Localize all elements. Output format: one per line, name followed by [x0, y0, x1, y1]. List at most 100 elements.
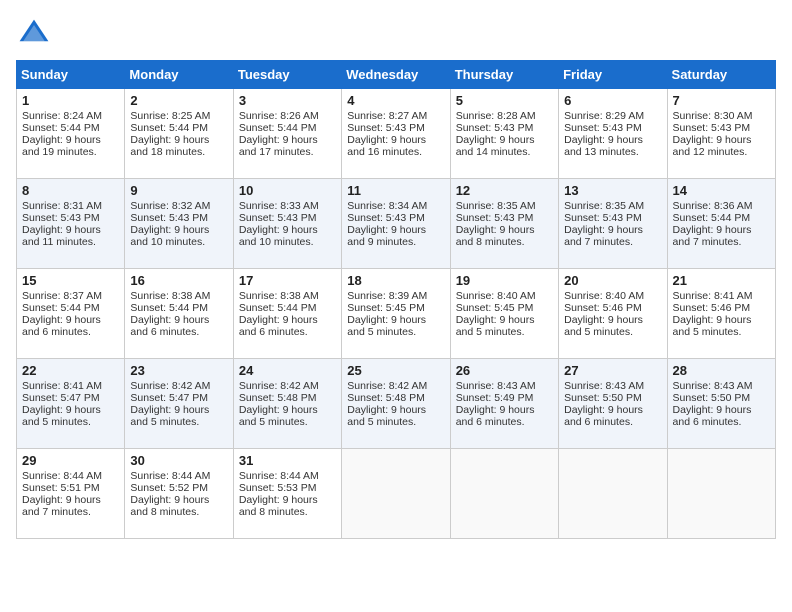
- cell-line: Sunset: 5:44 PM: [673, 212, 770, 224]
- cell-line: Sunrise: 8:34 AM: [347, 200, 444, 212]
- cell-line: and 10 minutes.: [239, 236, 336, 248]
- cell-line: Daylight: 9 hours: [347, 404, 444, 416]
- cell-line: Sunset: 5:43 PM: [347, 212, 444, 224]
- week-row-3: 15Sunrise: 8:37 AMSunset: 5:44 PMDayligh…: [17, 269, 776, 359]
- cell-line: Daylight: 9 hours: [130, 224, 227, 236]
- day-number: 14: [673, 183, 770, 198]
- cell-line: Sunrise: 8:44 AM: [130, 470, 227, 482]
- cell-line: Daylight: 9 hours: [239, 404, 336, 416]
- cell-line: and 6 minutes.: [456, 416, 553, 428]
- cell-line: Daylight: 9 hours: [130, 314, 227, 326]
- cell-line: and 8 minutes.: [456, 236, 553, 248]
- cell-line: and 5 minutes.: [347, 416, 444, 428]
- day-number: 15: [22, 273, 119, 288]
- cell-line: Sunset: 5:47 PM: [130, 392, 227, 404]
- cell-line: Sunrise: 8:28 AM: [456, 110, 553, 122]
- calendar-header-row: SundayMondayTuesdayWednesdayThursdayFrid…: [17, 61, 776, 89]
- week-row-2: 8Sunrise: 8:31 AMSunset: 5:43 PMDaylight…: [17, 179, 776, 269]
- cell-line: Sunset: 5:46 PM: [673, 302, 770, 314]
- calendar-cell: 2Sunrise: 8:25 AMSunset: 5:44 PMDaylight…: [125, 89, 233, 179]
- calendar-cell: 14Sunrise: 8:36 AMSunset: 5:44 PMDayligh…: [667, 179, 775, 269]
- calendar-cell: 6Sunrise: 8:29 AMSunset: 5:43 PMDaylight…: [559, 89, 667, 179]
- cell-line: Sunset: 5:45 PM: [347, 302, 444, 314]
- cell-line: and 14 minutes.: [456, 146, 553, 158]
- calendar-cell: [559, 449, 667, 539]
- logo: [16, 16, 56, 52]
- col-header-tuesday: Tuesday: [233, 61, 341, 89]
- day-number: 17: [239, 273, 336, 288]
- day-number: 22: [22, 363, 119, 378]
- cell-line: Sunrise: 8:44 AM: [22, 470, 119, 482]
- cell-line: Daylight: 9 hours: [673, 224, 770, 236]
- cell-line: and 6 minutes.: [564, 416, 661, 428]
- cell-line: Daylight: 9 hours: [673, 314, 770, 326]
- calendar-cell: 16Sunrise: 8:38 AMSunset: 5:44 PMDayligh…: [125, 269, 233, 359]
- cell-line: Sunset: 5:50 PM: [673, 392, 770, 404]
- cell-line: Sunset: 5:48 PM: [239, 392, 336, 404]
- cell-line: Sunrise: 8:41 AM: [673, 290, 770, 302]
- cell-line: and 11 minutes.: [22, 236, 119, 248]
- day-number: 1: [22, 93, 119, 108]
- cell-line: Daylight: 9 hours: [564, 314, 661, 326]
- cell-line: and 5 minutes.: [239, 416, 336, 428]
- cell-line: Sunset: 5:44 PM: [22, 122, 119, 134]
- cell-line: Sunrise: 8:35 AM: [564, 200, 661, 212]
- calendar-cell: 23Sunrise: 8:42 AMSunset: 5:47 PMDayligh…: [125, 359, 233, 449]
- cell-line: Sunrise: 8:27 AM: [347, 110, 444, 122]
- cell-line: Sunrise: 8:25 AM: [130, 110, 227, 122]
- col-header-friday: Friday: [559, 61, 667, 89]
- week-row-4: 22Sunrise: 8:41 AMSunset: 5:47 PMDayligh…: [17, 359, 776, 449]
- cell-line: Sunset: 5:43 PM: [347, 122, 444, 134]
- day-number: 13: [564, 183, 661, 198]
- cell-line: Daylight: 9 hours: [564, 224, 661, 236]
- col-header-saturday: Saturday: [667, 61, 775, 89]
- cell-line: Sunrise: 8:42 AM: [239, 380, 336, 392]
- day-number: 4: [347, 93, 444, 108]
- cell-line: Daylight: 9 hours: [239, 224, 336, 236]
- cell-line: Sunset: 5:46 PM: [564, 302, 661, 314]
- cell-line: and 13 minutes.: [564, 146, 661, 158]
- cell-line: and 8 minutes.: [239, 506, 336, 518]
- calendar-cell: 20Sunrise: 8:40 AMSunset: 5:46 PMDayligh…: [559, 269, 667, 359]
- cell-line: Sunrise: 8:38 AM: [130, 290, 227, 302]
- cell-line: Daylight: 9 hours: [239, 494, 336, 506]
- cell-line: Sunrise: 8:29 AM: [564, 110, 661, 122]
- cell-line: Daylight: 9 hours: [456, 134, 553, 146]
- cell-line: and 7 minutes.: [673, 236, 770, 248]
- week-row-5: 29Sunrise: 8:44 AMSunset: 5:51 PMDayligh…: [17, 449, 776, 539]
- calendar-cell: 10Sunrise: 8:33 AMSunset: 5:43 PMDayligh…: [233, 179, 341, 269]
- cell-line: Sunrise: 8:44 AM: [239, 470, 336, 482]
- cell-line: Sunrise: 8:43 AM: [564, 380, 661, 392]
- calendar-cell: 3Sunrise: 8:26 AMSunset: 5:44 PMDaylight…: [233, 89, 341, 179]
- calendar-cell: 27Sunrise: 8:43 AMSunset: 5:50 PMDayligh…: [559, 359, 667, 449]
- cell-line: and 16 minutes.: [347, 146, 444, 158]
- day-number: 26: [456, 363, 553, 378]
- calendar-cell: 21Sunrise: 8:41 AMSunset: 5:46 PMDayligh…: [667, 269, 775, 359]
- calendar-cell: [667, 449, 775, 539]
- cell-line: and 6 minutes.: [22, 326, 119, 338]
- cell-line: Sunrise: 8:37 AM: [22, 290, 119, 302]
- cell-line: and 12 minutes.: [673, 146, 770, 158]
- calendar-cell: 25Sunrise: 8:42 AMSunset: 5:48 PMDayligh…: [342, 359, 450, 449]
- page-header: [16, 16, 776, 52]
- cell-line: Daylight: 9 hours: [456, 404, 553, 416]
- calendar-cell: 8Sunrise: 8:31 AMSunset: 5:43 PMDaylight…: [17, 179, 125, 269]
- cell-line: and 6 minutes.: [673, 416, 770, 428]
- cell-line: Sunset: 5:44 PM: [239, 302, 336, 314]
- week-row-1: 1Sunrise: 8:24 AMSunset: 5:44 PMDaylight…: [17, 89, 776, 179]
- day-number: 2: [130, 93, 227, 108]
- cell-line: Sunset: 5:43 PM: [564, 122, 661, 134]
- calendar-cell: 13Sunrise: 8:35 AMSunset: 5:43 PMDayligh…: [559, 179, 667, 269]
- cell-line: Sunrise: 8:43 AM: [456, 380, 553, 392]
- day-number: 16: [130, 273, 227, 288]
- cell-line: Daylight: 9 hours: [22, 494, 119, 506]
- day-number: 29: [22, 453, 119, 468]
- cell-line: Daylight: 9 hours: [239, 314, 336, 326]
- day-number: 9: [130, 183, 227, 198]
- day-number: 3: [239, 93, 336, 108]
- cell-line: Sunrise: 8:35 AM: [456, 200, 553, 212]
- cell-line: and 5 minutes.: [456, 326, 553, 338]
- day-number: 31: [239, 453, 336, 468]
- day-number: 28: [673, 363, 770, 378]
- cell-line: Sunset: 5:44 PM: [22, 302, 119, 314]
